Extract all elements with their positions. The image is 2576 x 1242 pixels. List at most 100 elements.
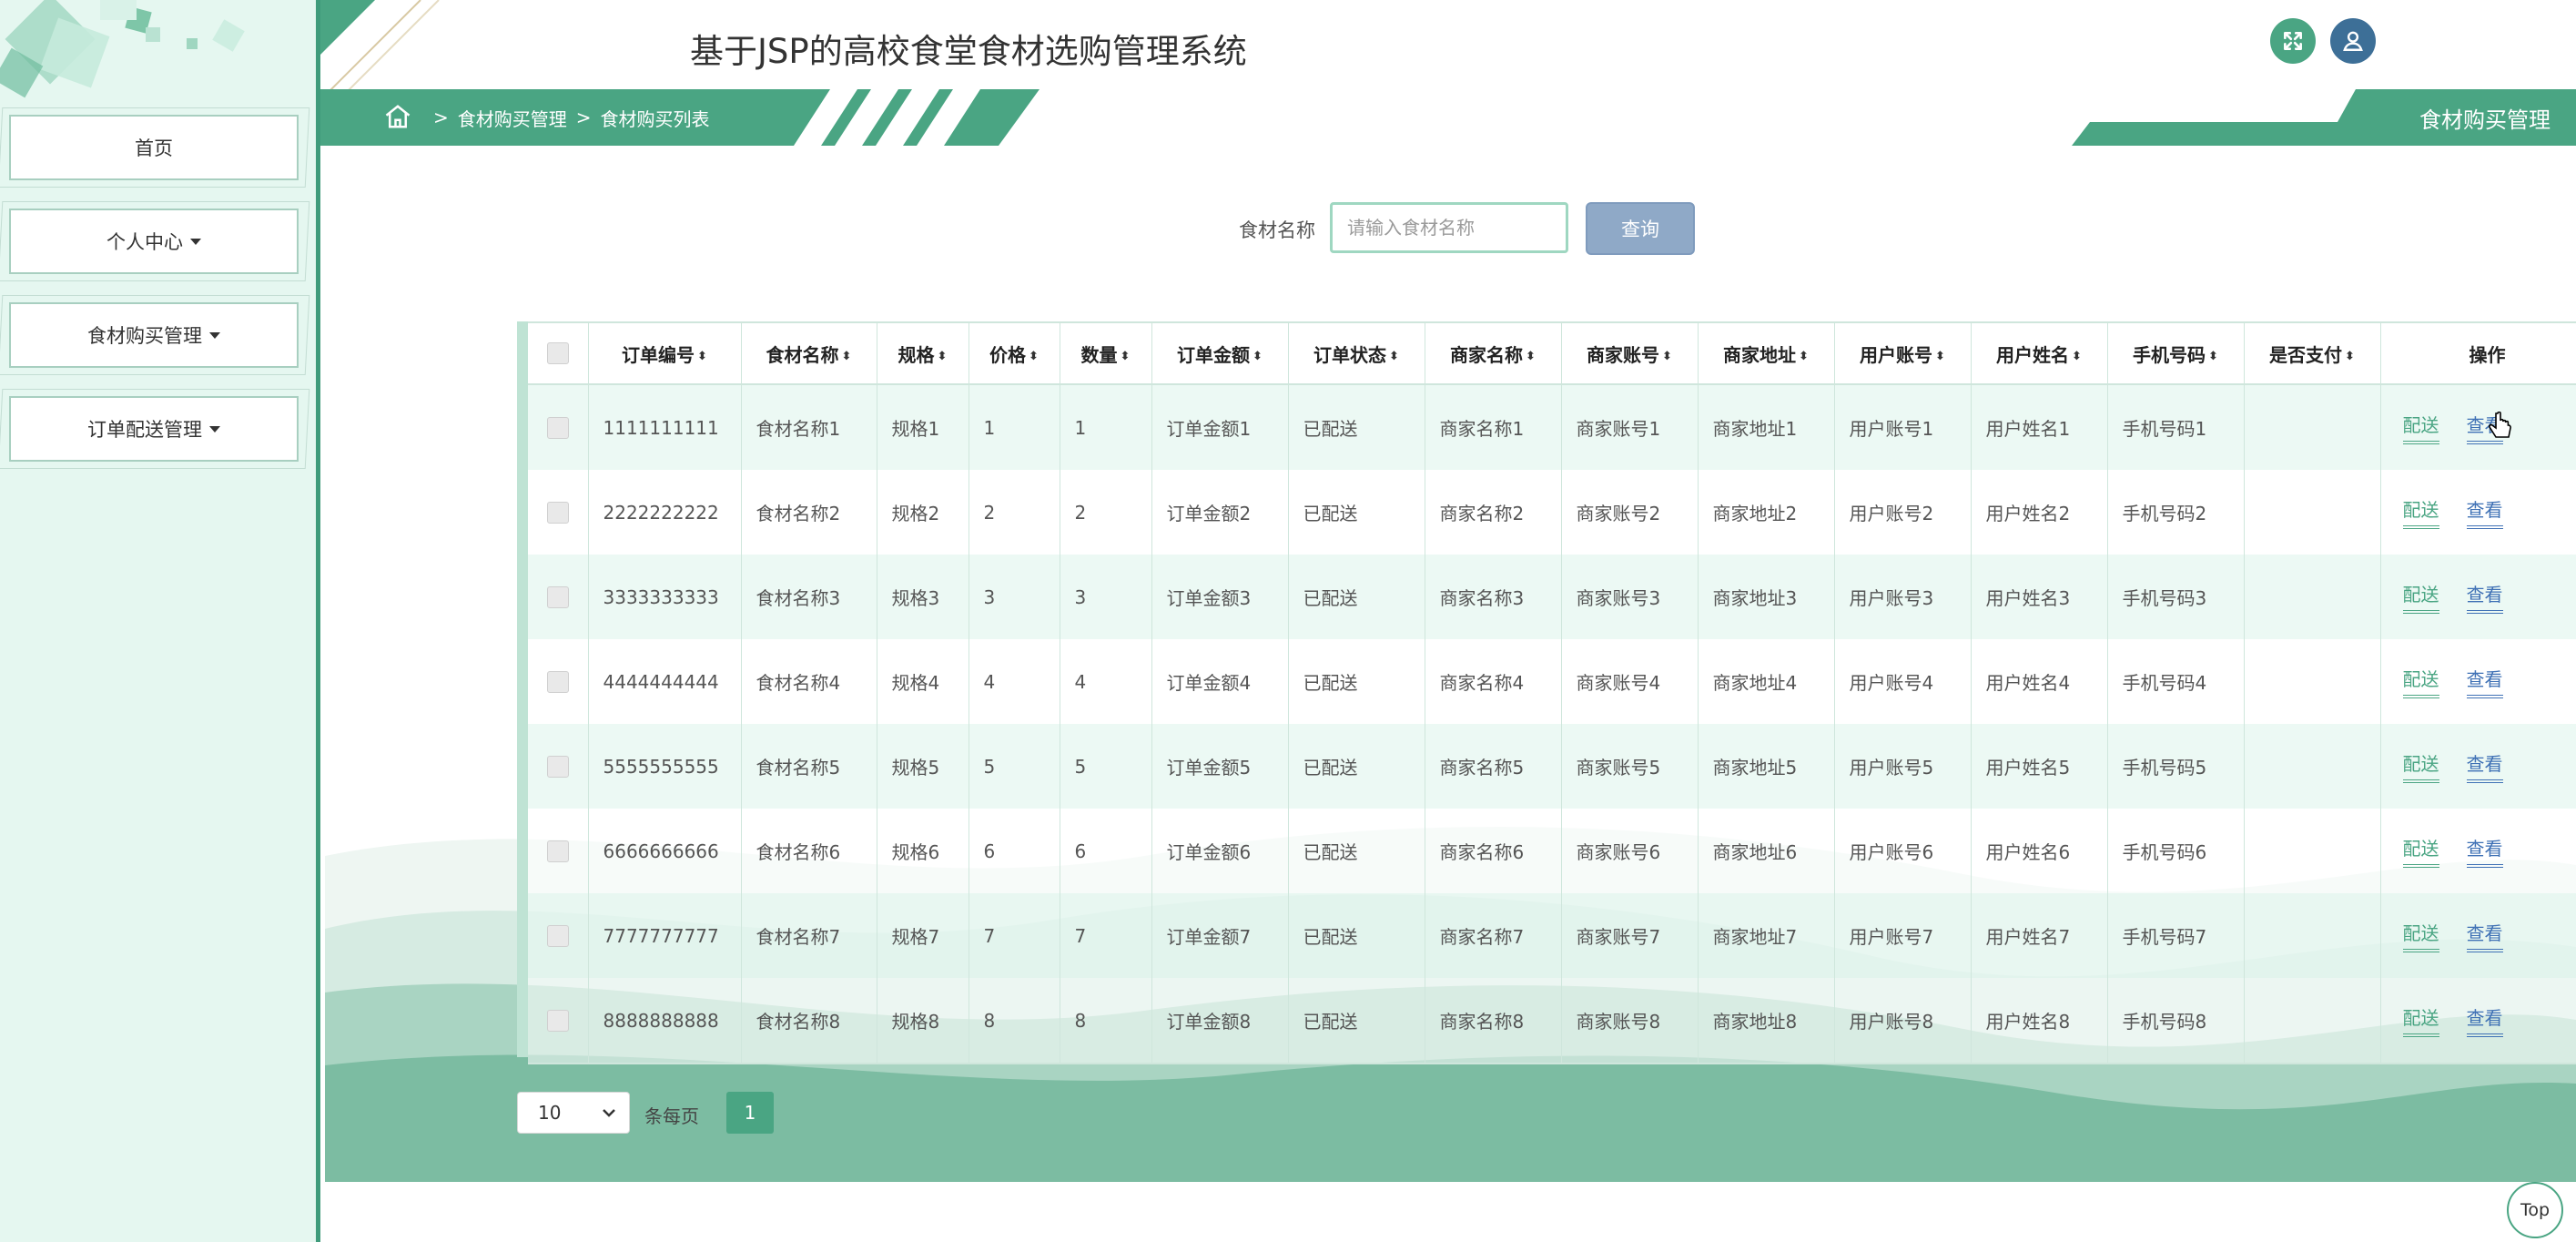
app-title: 基于JSP的高校食堂食材选购管理系统	[690, 32, 1247, 71]
cell-merchant-account: 商家账号4	[1561, 639, 1699, 724]
cell-order-no: 5555555555	[588, 724, 742, 809]
cell-phone: 手机号码4	[2107, 639, 2245, 724]
table-row[interactable]: 5555555555 食材名称5 规格5 5 5 订单金额5 已配送 商家名称5 商家账号5 商家…	[528, 724, 2576, 809]
select-all-checkbox[interactable]	[546, 342, 569, 364]
cell-user-account: 用户账号2	[1834, 470, 1972, 555]
view-link[interactable]: 查看	[2466, 749, 2503, 783]
row-select-cell	[528, 893, 589, 978]
table-row[interactable]: 8888888888 食材名称8 规格8 8 8 订单金额8 已配送 商家名称8 商家账号8 商家…	[528, 978, 2576, 1064]
ingredient-name-search-input[interactable]	[1330, 202, 1568, 253]
view-link[interactable]: 查看	[2466, 834, 2503, 868]
mouse-cursor-icon	[2489, 412, 2511, 438]
column-header-merchant-address[interactable]: 商家地址 ⬍	[1698, 321, 1835, 385]
deliver-link[interactable]: 配送	[2402, 1003, 2439, 1037]
fullscreen-button[interactable]	[2270, 18, 2316, 64]
breadcrumb-separator: >	[575, 107, 592, 128]
cell-quantity: 3	[1060, 555, 1152, 639]
cell-order-status: 已配送	[1288, 470, 1425, 555]
cell-user-name: 用户姓名6	[1971, 809, 2108, 893]
cell-order-status: 已配送	[1288, 384, 1425, 470]
row-checkbox[interactable]	[546, 585, 569, 608]
row-checkbox[interactable]	[546, 840, 569, 862]
column-header-merchant-name[interactable]: 商家名称 ⬍	[1425, 321, 1562, 385]
row-checkbox[interactable]	[546, 755, 569, 778]
page-size-select[interactable]: 10	[517, 1092, 630, 1134]
cell-ingredient-name: 食材名称1	[741, 384, 877, 470]
row-checkbox[interactable]	[546, 416, 569, 439]
cell-ingredient-name: 食材名称6	[741, 809, 877, 893]
sidebar-item-personal-center[interactable]: 个人中心	[9, 209, 299, 274]
sort-icon: ⬍	[1935, 349, 1945, 363]
sidebar-item-label: 个人中心	[106, 231, 183, 253]
view-link[interactable]: 查看	[2466, 1003, 2503, 1037]
row-checkbox[interactable]	[546, 670, 569, 693]
row-checkbox[interactable]	[546, 924, 569, 947]
view-link[interactable]: 查看	[2466, 919, 2503, 952]
column-header-merchant-account[interactable]: 商家账号 ⬍	[1561, 321, 1699, 385]
column-header-order-status[interactable]: 订单状态 ⬍	[1288, 321, 1425, 385]
row-checkbox[interactable]	[546, 1009, 569, 1032]
cell-quantity: 2	[1060, 470, 1152, 555]
cell-quantity: 7	[1060, 893, 1152, 978]
column-header-order-no[interactable]: 订单编号 ⬍	[588, 321, 742, 385]
column-header-phone[interactable]: 手机号码 ⬍	[2107, 321, 2245, 385]
row-checkbox[interactable]	[546, 501, 569, 524]
view-link[interactable]: 查看	[2466, 665, 2503, 698]
cell-order-amount: 订单金额4	[1151, 639, 1289, 724]
cell-order-amount: 订单金额6	[1151, 809, 1289, 893]
cell-actions: 配送 查看	[2380, 639, 2576, 724]
column-header-paid[interactable]: 是否支付 ⬍	[2244, 321, 2381, 385]
view-link[interactable]: 查看	[2466, 580, 2503, 614]
cell-phone: 手机号码8	[2107, 978, 2245, 1064]
page-button-current[interactable]: 1	[726, 1092, 774, 1134]
cell-phone: 手机号码5	[2107, 724, 2245, 809]
cell-price: 4	[969, 639, 1060, 724]
cell-order-status: 已配送	[1288, 724, 1425, 809]
search-button[interactable]: 查询	[1586, 202, 1695, 255]
cell-ingredient-name: 食材名称7	[741, 893, 877, 978]
column-header-price[interactable]: 价格 ⬍	[969, 321, 1060, 385]
column-header-ingredient-name[interactable]: 食材名称 ⬍	[741, 321, 877, 385]
table-row[interactable]: 6666666666 食材名称6 规格6 6 6 订单金额6 已配送 商家名称6 商家账号6 商家…	[528, 809, 2576, 893]
column-header-user-name[interactable]: 用户姓名 ⬍	[1971, 321, 2108, 385]
table-row[interactable]: 1111111111 食材名称1 规格1 1 1 订单金额1 已配送 商家名称1 商家账号1 商家…	[528, 384, 2576, 470]
back-to-top-button[interactable]: Top	[2507, 1182, 2563, 1238]
cell-actions: 配送 查看	[2380, 809, 2576, 893]
user-profile-button[interactable]	[2330, 18, 2376, 64]
cell-paid	[2244, 384, 2381, 470]
table-row[interactable]: 7777777777 食材名称7 规格7 7 7 订单金额7 已配送 商家名称7 商家账号7 商家…	[528, 893, 2576, 978]
deliver-link[interactable]: 配送	[2402, 411, 2439, 444]
table-row[interactable]: 4444444444 食材名称4 规格4 4 4 订单金额4 已配送 商家名称4 商家账号4 商家…	[528, 639, 2576, 724]
table-header-row: 订单编号 ⬍ 食材名称 ⬍ 规格 ⬍ 价格 ⬍ 数量 ⬍ 订单金额 ⬍ 订单状态 ⬍ 商家名称…	[528, 321, 2576, 385]
deliver-link[interactable]: 配送	[2402, 580, 2439, 614]
cell-actions: 配送 查看	[2380, 724, 2576, 809]
column-header-order-amount[interactable]: 订单金额 ⬍	[1151, 321, 1289, 385]
deliver-link[interactable]: 配送	[2402, 665, 2439, 698]
deliver-link[interactable]: 配送	[2402, 919, 2439, 952]
cell-user-name: 用户姓名1	[1971, 384, 2108, 470]
view-link[interactable]: 查看	[2466, 495, 2503, 529]
cell-order-no: 3333333333	[588, 555, 742, 639]
deliver-link[interactable]: 配送	[2402, 495, 2439, 529]
cell-ingredient-name: 食材名称8	[741, 978, 877, 1064]
cell-order-status: 已配送	[1288, 555, 1425, 639]
column-header-user-account[interactable]: 用户账号 ⬍	[1834, 321, 1972, 385]
sidebar-item-ingredient-purchase[interactable]: 食材购买管理	[9, 302, 299, 368]
table-row[interactable]: 2222222222 食材名称2 规格2 2 2 订单金额2 已配送 商家名称2 商家账号2 商家…	[528, 470, 2576, 555]
sidebar: 首页 个人中心 食材购买管理 订单配送管理	[0, 0, 320, 1242]
deliver-link[interactable]: 配送	[2402, 834, 2439, 868]
breadcrumb-item-ingredient-purchase[interactable]: 食材购买管理	[458, 105, 567, 131]
cell-quantity: 5	[1060, 724, 1152, 809]
cell-paid	[2244, 470, 2381, 555]
home-icon[interactable]	[384, 104, 411, 129]
search-label: 食材名称	[1239, 219, 1315, 241]
sidebar-item-order-delivery[interactable]: 订单配送管理	[9, 396, 299, 462]
sidebar-item-home[interactable]: 首页	[9, 115, 299, 180]
row-select-cell	[528, 384, 589, 470]
column-header-actions: 操作	[2380, 321, 2576, 385]
table-row[interactable]: 3333333333 食材名称3 规格3 3 3 订单金额3 已配送 商家名称3 商家账号3 商家…	[528, 555, 2576, 639]
column-header-quantity[interactable]: 数量 ⬍	[1060, 321, 1152, 385]
deliver-link[interactable]: 配送	[2402, 749, 2439, 783]
column-header-spec[interactable]: 规格 ⬍	[877, 321, 969, 385]
cell-spec: 规格8	[877, 978, 969, 1064]
